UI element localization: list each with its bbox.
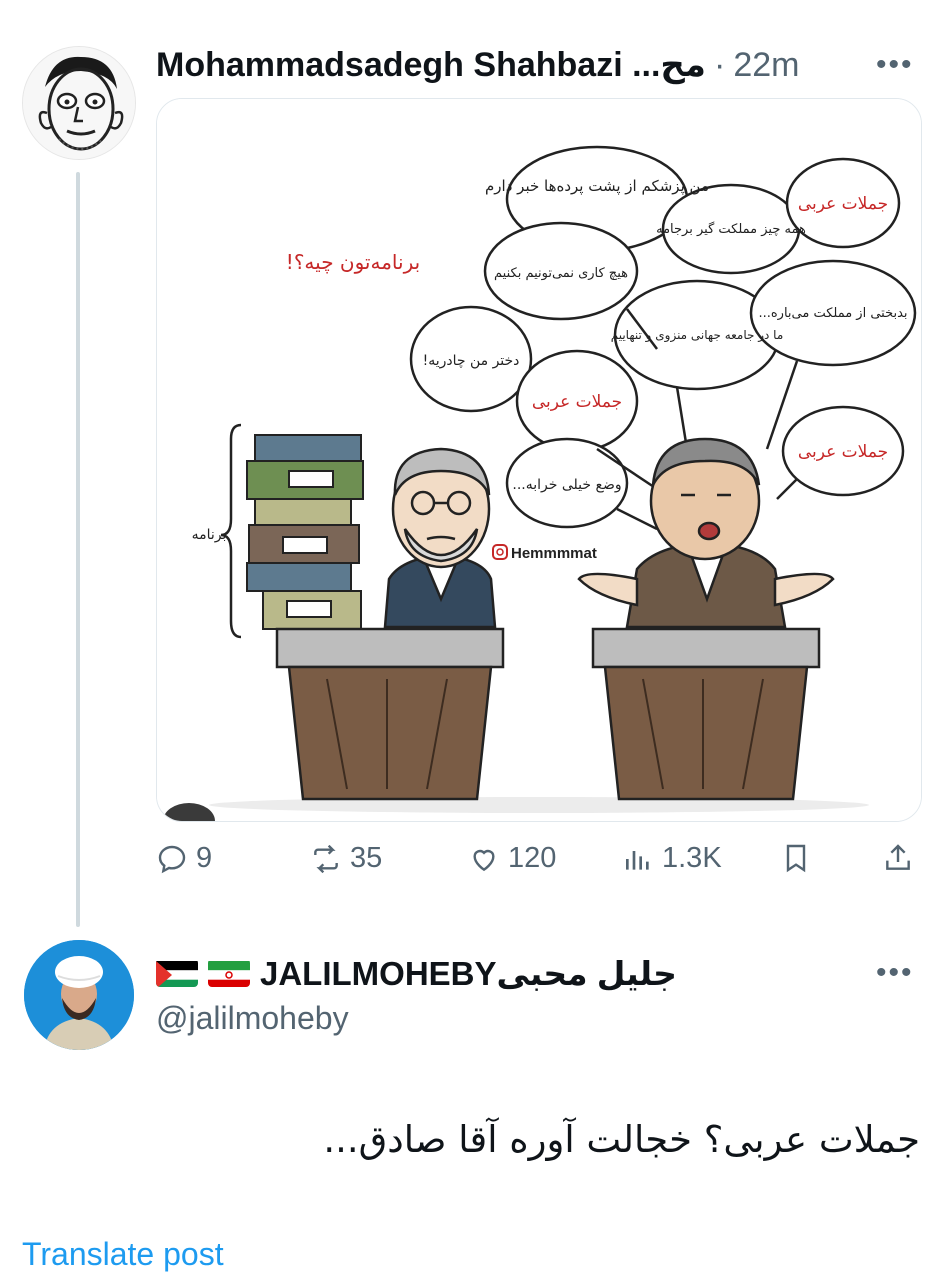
reply-count: 9 (196, 842, 213, 874)
reply-author-name[interactable]: JALILMOHEBYجلیل محبی (260, 954, 677, 993)
bubble-text: من پزشکم از پشت پرده‌ها خبر دارم (485, 177, 709, 196)
bubble-text: همه چیز مملکت گیر برجامه (656, 221, 806, 237)
bubble-text: دختر من چادریه! (423, 353, 520, 369)
tweet-media-image[interactable]: من پزشکم از پشت پرده‌ها خبر دارم همه چیز… (156, 98, 922, 822)
views-count: 1.3K (662, 842, 722, 874)
views-button[interactable]: 1.3K (622, 842, 722, 875)
bookmark-icon (786, 844, 806, 873)
repost-icon (314, 844, 338, 873)
more-options-icon[interactable]: ••• (876, 48, 914, 82)
iran-flag-icon (208, 959, 250, 987)
reply-icon (158, 845, 186, 873)
repost-count: 35 (350, 842, 383, 874)
like-button[interactable]: 120 (468, 842, 556, 875)
bubble-text: وضع خیلی خرابه... (512, 477, 621, 493)
bubble-text: ما در جامعه جهانی منزوی و تنهاییم (611, 328, 784, 343)
more-options-icon[interactable]: ••• (876, 956, 914, 990)
translate-post-link[interactable]: Translate post (22, 1236, 224, 1273)
tweet-action-bar: 9 35 120 1.3K (156, 842, 920, 888)
author-avatar[interactable] (22, 46, 136, 160)
reply-author-handle[interactable]: @jalilmoheby (156, 1000, 349, 1037)
reply-author-avatar[interactable] (24, 940, 134, 1050)
palestine-flag-icon (156, 959, 198, 987)
reply-author-row: JALILMOHEBYجلیل محبی (156, 950, 677, 996)
side-label: برنامه (192, 527, 227, 543)
reply-button[interactable]: 9 (156, 842, 212, 875)
separator-dot: · (713, 45, 726, 84)
cartoon-question: برنامه‌تون چیه؟! (286, 250, 420, 274)
tweet-header: Mohammadsadegh Shahbazi ...مح · 22m (156, 42, 799, 88)
repost-button[interactable]: 35 (310, 842, 382, 875)
views-icon (626, 850, 649, 870)
share-icon (886, 844, 910, 870)
watermark: Hemmmmat (511, 545, 597, 562)
share-button[interactable] (882, 842, 914, 874)
reply-text: جملات عربی؟ خجالت آوره آقا صادق... (323, 1118, 920, 1161)
bubble-text: جملات عربی (798, 194, 888, 214)
bubble-text: جملات عربی (798, 442, 888, 462)
thread-connector-line (76, 172, 80, 927)
bubble-text: هیچ کاری نمی‌تونیم بکنیم (494, 266, 628, 281)
bubble-text: بدبختی از مملکت می‌باره... (758, 306, 907, 321)
bookmark-button[interactable] (780, 842, 812, 874)
heart-icon (473, 849, 495, 871)
like-count: 120 (508, 842, 557, 874)
timestamp[interactable]: 22m (733, 46, 799, 85)
bubble-text: جملات عربی (532, 392, 622, 412)
author-name[interactable]: Mohammadsadegh Shahbazi ...مح (156, 45, 706, 85)
